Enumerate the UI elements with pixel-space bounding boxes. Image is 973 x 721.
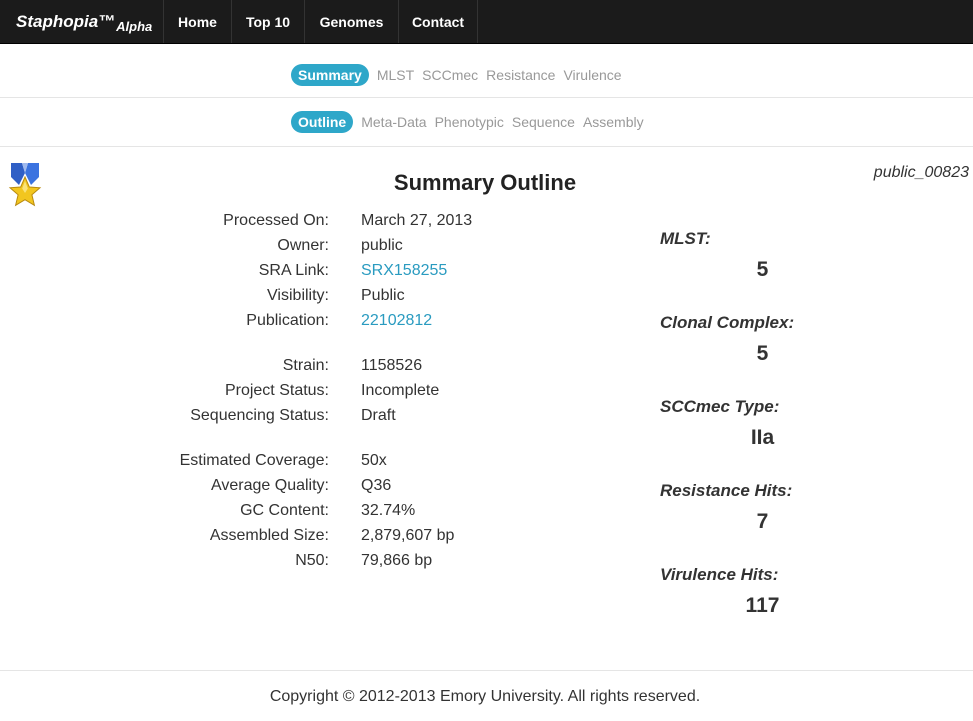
n50-value: 79,866 bp [361, 552, 433, 569]
row-gc-content: GC Content: 32.74% [0, 499, 600, 524]
main-nav: Home Top 10 Genomes Contact [163, 0, 478, 43]
clonal-complex-value: 5 [756, 342, 769, 365]
row-n50: N50: 79,866 bp [0, 549, 600, 574]
brand-name: Staphopia™ [16, 11, 116, 31]
clonal-complex-label: Clonal Complex: [660, 313, 795, 332]
nav-genomes[interactable]: Genomes [304, 0, 398, 43]
secondary-tab-bar: Outline Meta-Data Phenotypic Sequence As… [0, 98, 973, 147]
assembled-size-value: 2,879,607 bp [361, 527, 455, 544]
tab-phenotypic[interactable]: Phenotypic [435, 114, 504, 130]
project-status-label: Project Status: [224, 382, 329, 399]
footer-copyright: Copyright © 2012-2013 Emory University. … [269, 688, 701, 705]
resistance-hits-label: Resistance Hits: [660, 481, 793, 500]
row-sra-link: SRA Link: SRX158255 [0, 259, 600, 284]
top-navbar: Staphopia™ Alpha Home Top 10 Genomes Cont… [0, 0, 973, 44]
row-average-quality: Average Quality: Q36 [0, 474, 600, 499]
visibility-value: Public [361, 287, 405, 304]
page-title: Summary Outline [393, 170, 577, 195]
owner-label: Owner: [277, 237, 329, 254]
row-owner: Owner: public [0, 234, 600, 259]
sra-link[interactable]: SRX158255 [361, 262, 447, 280]
footer-divider [0, 670, 973, 671]
tab-resistance[interactable]: Resistance [486, 67, 555, 83]
processed-on-label: Processed On: [223, 212, 329, 229]
tab-assembly[interactable]: Assembly [583, 114, 644, 130]
tab-virulence[interactable]: Virulence [563, 67, 621, 83]
row-publication: Publication: 22102812 [0, 309, 600, 334]
brand-alpha-label: Alpha [116, 19, 153, 34]
row-sequencing-status: Sequencing Status: Draft [0, 404, 600, 429]
tab-mlst[interactable]: MLST [377, 67, 414, 83]
mlst-value: 5 [756, 258, 769, 281]
gc-content-value: 32.74% [361, 502, 416, 519]
tab-summary[interactable]: Summary [291, 64, 369, 86]
processed-on-value: March 27, 2013 [361, 212, 473, 229]
row-project-status: Project Status: Incomplete [0, 379, 600, 404]
virulence-hits-label: Virulence Hits: [660, 565, 779, 584]
sccmec-type-label: SCCmec Type: [660, 397, 780, 416]
brand-logo[interactable]: Staphopia™ Alpha [0, 0, 163, 43]
nav-home[interactable]: Home [163, 0, 231, 43]
row-processed-on: Processed On: March 27, 2013 [0, 209, 600, 234]
sequencing-status-value: Draft [361, 407, 396, 424]
row-visibility: Visibility: Public [0, 284, 600, 309]
project-status-value: Incomplete [361, 382, 440, 399]
nav-contact[interactable]: Contact [398, 0, 478, 43]
virulence-hits-value: 117 [745, 594, 780, 617]
estimated-coverage-value: 50x [361, 452, 387, 469]
publication-link[interactable]: 22102812 [361, 312, 432, 330]
resistance-hits-value: 7 [756, 510, 769, 533]
sccmec-type-value: IIa [750, 426, 775, 449]
sequencing-status-label: Sequencing Status: [190, 407, 329, 424]
sra-link-label: SRA Link: [258, 262, 329, 279]
row-assembled-size: Assembled Size: 2,879,607 bp [0, 524, 600, 549]
tab-outline[interactable]: Outline [291, 111, 354, 133]
nav-top-10[interactable]: Top 10 [231, 0, 304, 43]
tab-sequence[interactable]: Sequence [512, 114, 575, 130]
owner-value: public [361, 237, 403, 254]
publication-label: Publication: [246, 312, 329, 329]
estimated-coverage-label: Estimated Coverage: [179, 452, 329, 469]
row-strain: Strain: 1158526 [0, 354, 600, 379]
tab-meta-data[interactable]: Meta-Data [361, 114, 426, 130]
tab-sccmec[interactable]: SCCmec [422, 67, 478, 83]
visibility-label: Visibility: [267, 287, 329, 304]
row-estimated-coverage: Estimated Coverage: 50x [0, 449, 600, 474]
strain-label: Strain: [282, 357, 329, 374]
average-quality-label: Average Quality: [211, 477, 329, 494]
mlst-label: MLST: [660, 229, 711, 248]
primary-tab-bar: Summary MLST SCCmec Resistance Virulence [0, 44, 973, 98]
gc-content-label: GC Content: [240, 502, 329, 519]
strain-value: 1158526 [361, 357, 423, 374]
assembled-size-label: Assembled Size: [209, 527, 329, 544]
average-quality-value: Q36 [361, 477, 392, 494]
n50-label: N50: [295, 552, 329, 569]
